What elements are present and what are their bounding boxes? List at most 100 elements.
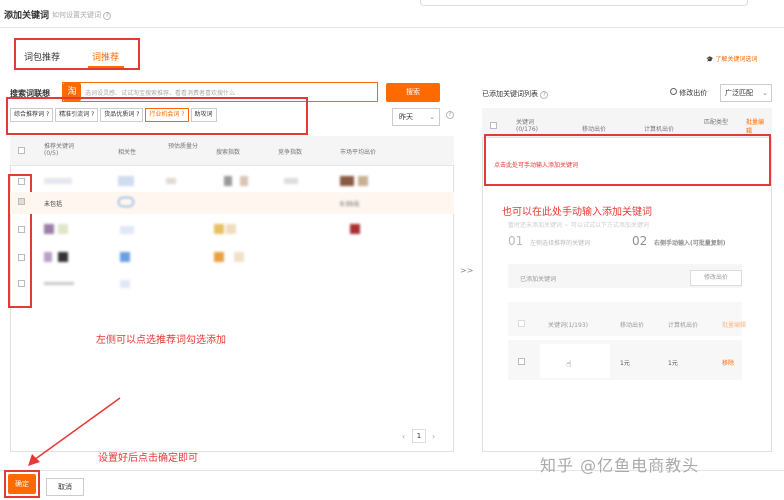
row-checkbox[interactable] bbox=[18, 254, 25, 261]
help-icon: ? bbox=[91, 111, 95, 118]
learn-keyword-link[interactable]: 🎓 了解关键词选词 bbox=[706, 54, 757, 63]
help-icon[interactable]: ? bbox=[103, 12, 112, 20]
chip-label: 货品优质词 bbox=[104, 111, 135, 118]
dialog-title: 添加关键词 bbox=[4, 11, 50, 21]
row-keyword: 未包括 bbox=[44, 201, 63, 208]
guide-checkbox bbox=[518, 320, 525, 327]
watermark: 知乎 @亿鱼电商教头 bbox=[540, 456, 700, 475]
guide-inner-title: 已添加关键词 bbox=[520, 276, 557, 283]
chip-precise[interactable]: 精准引流词 ? bbox=[55, 108, 99, 122]
row-price: 0.55元 bbox=[340, 201, 360, 208]
chevron-down-icon: ⌄ bbox=[429, 113, 435, 121]
chip-label: 综合推荐词 bbox=[14, 111, 45, 118]
table-row[interactable] bbox=[44, 252, 384, 264]
step1-text: 左侧选择推荐的关键词 bbox=[530, 240, 591, 247]
page-number[interactable]: 1 bbox=[412, 429, 426, 443]
guide-row-checkbox bbox=[518, 358, 525, 365]
tab-word-package[interactable]: 词包推荐 bbox=[24, 50, 60, 63]
dialog-help-link[interactable]: 如何设置关键词 ? bbox=[52, 10, 112, 20]
col-pc-price[interactable]: 计算机出价 bbox=[644, 124, 674, 133]
row-checkbox[interactable] bbox=[18, 226, 25, 233]
match-type-select[interactable]: 广泛匹配 ⌄ bbox=[720, 84, 772, 102]
help-icon: ? bbox=[45, 111, 50, 118]
table-row[interactable] bbox=[44, 280, 384, 288]
row-checkbox[interactable] bbox=[18, 178, 25, 185]
date-select[interactable]: 昨天 ⌄ bbox=[392, 108, 440, 126]
guide-modify-button: 修改出价 bbox=[690, 270, 742, 286]
selected-count: (0/5) bbox=[44, 150, 59, 157]
table-row[interactable] bbox=[44, 176, 384, 186]
learn-link-text[interactable]: 了解关键词选词 bbox=[715, 56, 757, 63]
col-market-price[interactable]: 市场平均出价 bbox=[340, 147, 376, 156]
radio-icon[interactable] bbox=[670, 88, 677, 95]
transfer-arrow-icon: >> bbox=[460, 266, 474, 275]
step2-text: 右侧手动输入(可批量复制) bbox=[654, 240, 726, 247]
dialog-subtitle[interactable]: 如何设置关键词 bbox=[52, 11, 101, 19]
chip-comprehensive[interactable]: 综合推荐词 ? bbox=[10, 108, 54, 122]
help-icon[interactable]: ? bbox=[446, 111, 454, 119]
guide-row-input bbox=[540, 344, 610, 378]
manual-input-area[interactable]: 点击此处可手动输入添加关键词 bbox=[494, 160, 578, 169]
help-icon: ? bbox=[181, 111, 185, 118]
col-match-type[interactable]: 匹配类型 bbox=[704, 117, 738, 126]
chip-quality[interactable]: 货品优质词 ? bbox=[100, 108, 144, 122]
select-all-checkbox[interactable] bbox=[18, 147, 25, 154]
filter-chip-group: 综合推荐词 ? 精准引流词 ? 货品优质词 ? 行业机会词 ? 助攻词 bbox=[10, 108, 219, 122]
col-added-keyword-label: 关键词 bbox=[516, 119, 535, 126]
graduation-cap-icon: 🎓 bbox=[706, 56, 714, 63]
annotation-arrow-icon bbox=[28, 397, 121, 466]
col-mobile-price[interactable]: 移动出价 bbox=[582, 124, 606, 133]
help-icon[interactable]: ? bbox=[540, 91, 549, 99]
chevron-down-icon: ⌄ bbox=[762, 89, 768, 97]
step2-number: 02 bbox=[632, 234, 648, 248]
col-quality-score[interactable]: 预估质量分 bbox=[168, 141, 210, 150]
guide-col-mobile: 移动出价 bbox=[620, 322, 645, 329]
tab-word-recommend[interactable]: 词推荐 bbox=[92, 50, 119, 63]
top-dropdown-edge bbox=[420, 0, 748, 6]
col-keyword-label: 推荐关键词 bbox=[44, 143, 75, 150]
annotation-right: 也可以在此处手动输入添加关键词 bbox=[502, 207, 652, 218]
active-tab-underline bbox=[88, 66, 124, 68]
prev-page-icon[interactable]: ‹ bbox=[402, 432, 405, 441]
chip-opportunity[interactable]: 行业机会词 ? bbox=[145, 108, 189, 122]
cursor-icon: ☝ bbox=[566, 360, 572, 370]
step1-number: 01 bbox=[508, 234, 524, 248]
table-row-highlight bbox=[10, 192, 454, 214]
batch-edit-link[interactable]: 批量编辑 bbox=[746, 117, 766, 135]
guide-hint: 暂时还未添加关键词 ~ 可以试试以下方式添加关键词 bbox=[508, 222, 649, 229]
guide-row-remove: 移除 bbox=[722, 360, 735, 367]
cancel-button[interactable]: 取消 bbox=[46, 478, 84, 496]
confirm-button[interactable]: 确定 bbox=[8, 474, 36, 494]
annotation-left: 左侧可以点选推荐词勾选添加 bbox=[96, 335, 226, 346]
guide-row-price-pc: 1元 bbox=[668, 360, 678, 367]
right-panel-title: 已添加关键词列表 ? bbox=[482, 89, 549, 99]
date-select-value: 昨天 bbox=[399, 113, 413, 121]
search-button[interactable]: 搜索 bbox=[386, 83, 440, 102]
row-checkbox[interactable] bbox=[18, 198, 25, 205]
right-panel-title-text: 已添加关键词列表 bbox=[482, 90, 538, 98]
guide-table-header bbox=[508, 302, 742, 336]
col-search-index[interactable]: 搜索指数 bbox=[216, 147, 240, 156]
col-relevance[interactable]: 相关性 bbox=[118, 147, 136, 156]
chip-assist[interactable]: 助攻词 bbox=[190, 108, 217, 122]
chip-label: 助攻词 bbox=[194, 111, 213, 118]
col-keyword[interactable]: 推荐关键词 (0/5) bbox=[44, 141, 74, 157]
select-all-added-checkbox[interactable] bbox=[490, 122, 497, 129]
table-row[interactable] bbox=[44, 224, 384, 236]
guide-row-price-mobile: 1元 bbox=[620, 360, 630, 367]
price-label: 修改出价 bbox=[679, 89, 708, 97]
col-competition-index[interactable]: 竞争指数 bbox=[278, 147, 302, 156]
added-count: (0/176) bbox=[516, 126, 538, 133]
match-select-value: 广泛匹配 bbox=[725, 89, 753, 97]
price-modify-toggle[interactable]: 修改出价 bbox=[670, 88, 707, 98]
help-icon: ? bbox=[136, 111, 140, 118]
relevance-badge bbox=[118, 197, 134, 207]
search-placeholder[interactable]: 选词设灵感、试试淘宝搜索推荐、看看消费者喜欢搜什么 bbox=[85, 88, 235, 97]
row-checkbox[interactable] bbox=[18, 280, 25, 287]
next-page-icon[interactable]: › bbox=[432, 432, 435, 441]
guide-col-keyword: 关键词(1/193) bbox=[548, 322, 588, 329]
chip-label: 行业机会词 bbox=[149, 111, 180, 118]
guide-col-pc: 计算机出价 bbox=[668, 322, 699, 329]
chip-label: 精准引流词 bbox=[59, 111, 90, 118]
col-added-keyword[interactable]: 关键词 (0/176) bbox=[516, 117, 538, 133]
